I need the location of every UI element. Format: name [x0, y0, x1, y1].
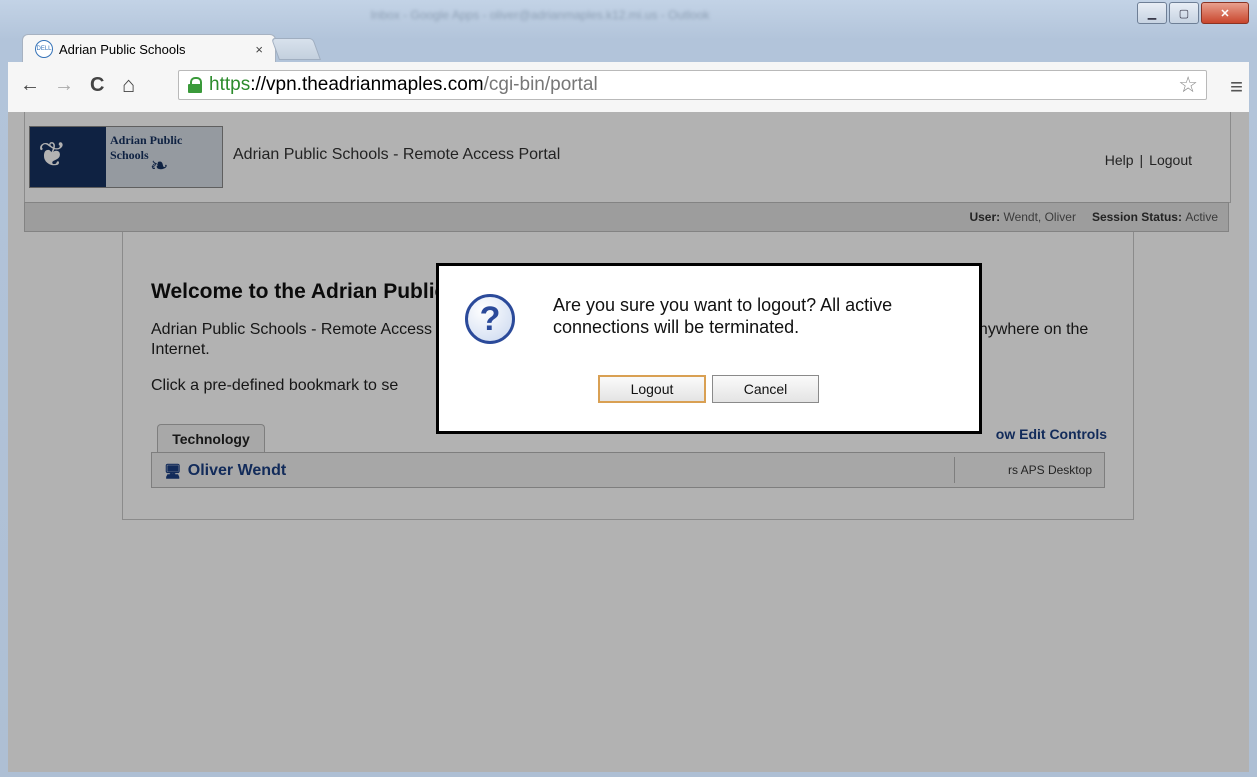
cancel-button[interactable]: Cancel [712, 375, 819, 403]
modal-overlay [8, 112, 1249, 772]
maximize-button[interactable]: ▢ [1169, 2, 1199, 24]
new-tab-button[interactable] [270, 38, 322, 60]
home-icon[interactable]: ⌂ [122, 72, 135, 98]
minimize-button[interactable]: ▁ [1137, 2, 1167, 24]
close-window-button[interactable]: ✕ [1201, 2, 1249, 24]
question-icon: ? [465, 294, 515, 344]
page-viewport: ❦ Adrian Public Schools ❧ Adrian Public … [8, 112, 1249, 772]
back-arrow-icon[interactable]: ← [20, 74, 40, 97]
url-path: /cgi-bin/portal [483, 74, 598, 95]
forward-arrow-icon[interactable]: → [54, 74, 74, 97]
lock-icon [187, 77, 203, 93]
tab-title: Adrian Public Schools [59, 41, 186, 57]
browser-toolbar: ← → C ⌂ https://vpn.theadrianmaples.com /… [8, 62, 1249, 113]
address-bar[interactable]: https://vpn.theadrianmaples.com/cgi-bin/… [178, 70, 1207, 100]
url-host: ://vpn.theadrianmaples.com [250, 74, 484, 95]
dell-favicon-icon: DELL [35, 40, 53, 58]
logout-button[interactable]: Logout [598, 375, 706, 403]
reload-icon[interactable]: C [90, 74, 104, 97]
menu-icon[interactable]: ≡ [1230, 74, 1243, 100]
logout-confirm-dialog: ? Are you sure you want to logout? All a… [436, 263, 982, 434]
dialog-message: Are you sure you want to logout? All act… [553, 295, 893, 337]
bookmark-star-icon[interactable]: ☆ [1178, 72, 1198, 98]
browser-window: Inbox - Google Apps - oliver@adrianmaple… [0, 0, 1257, 777]
browser-tab[interactable]: DELL Adrian Public Schools × [22, 34, 276, 63]
tab-close-icon[interactable]: × [255, 42, 263, 57]
url-scheme: https [209, 74, 251, 95]
window-title: Inbox - Google Apps - oliver@adrianmaple… [370, 8, 710, 22]
window-controls: ▁ ▢ ✕ [1137, 2, 1249, 24]
